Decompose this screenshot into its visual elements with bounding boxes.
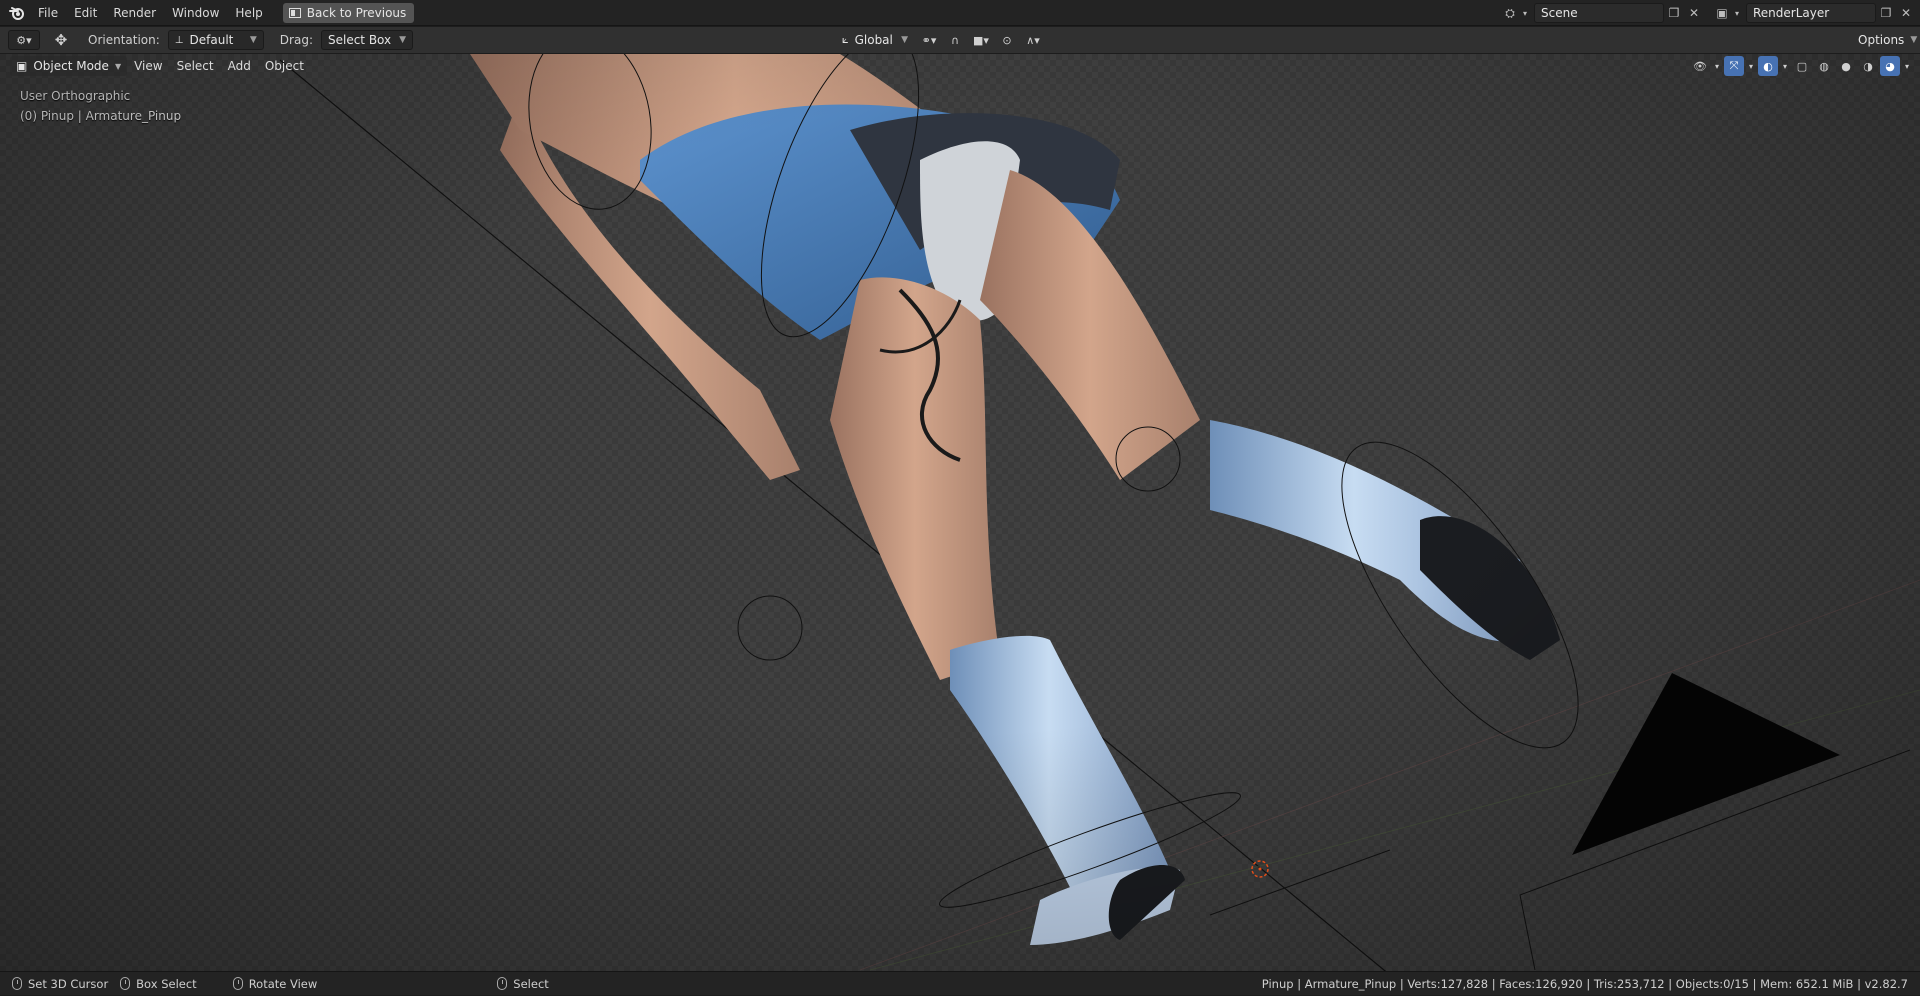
object-mode-icon: ▣ [16, 59, 28, 73]
mouse-right-icon [497, 977, 508, 990]
mouse-middle-icon [232, 977, 243, 990]
menu-render[interactable]: Render [105, 2, 164, 24]
scene-name: Scene [1541, 6, 1578, 20]
gizmo-icon[interactable]: ⤧ [1724, 56, 1744, 76]
top-bar: File Edit Render Window Help Back to Pre… [0, 0, 1920, 26]
chevron-down-icon: ▼ [114, 61, 122, 71]
chevron-down-icon: ▼ [249, 35, 257, 45]
pivot-point-icon[interactable]: ⚭▾ [918, 30, 940, 50]
view-name: User Orthographic [20, 89, 131, 103]
orientation-value: Default [189, 33, 234, 47]
status-set-3d-cursor: Set 3D Cursor [12, 977, 108, 991]
back-to-previous-button[interactable]: Back to Previous [282, 2, 415, 23]
options-dropdown[interactable]: Options ▼ [1852, 30, 1918, 50]
drag-label: Drag: [279, 33, 313, 47]
render-layer-icon[interactable]: ▣ [1712, 3, 1732, 23]
visibility-eye-icon[interactable]: 👁 [1690, 56, 1710, 76]
viewport-header: ▣ Object Mode ▼ View Select Add Object [0, 55, 1920, 77]
orientation-label: Orientation: [88, 33, 160, 47]
scene-render [279, 54, 1920, 971]
transform-orientation-dropdown[interactable]: ⟀ Global ▼ [836, 30, 914, 50]
drag-value: Select Box [327, 33, 392, 47]
3d-viewport[interactable]: User Orthographic (0) Pinup | Armature_P… [0, 54, 1920, 971]
chevron-down-icon: ▼ [1910, 35, 1918, 45]
mouse-left-icon [12, 977, 22, 990]
orientation-dropdown[interactable]: ⊥ Default ▼ [167, 30, 264, 50]
snap-element-icon[interactable]: ■▾ [970, 30, 992, 50]
tool-settings-bar: ⚙▾ ✥ Orientation: ⊥ Default ▼ Drag: Sele… [0, 27, 1920, 54]
close-layer-icon[interactable]: ✕ [1896, 3, 1916, 23]
drag-dropdown[interactable]: Select Box ▼ [320, 30, 413, 50]
new-layer-icon[interactable]: ❐ [1876, 3, 1896, 23]
move-tool-icon[interactable]: ✥ [50, 30, 72, 50]
rendered-shading-icon[interactable]: ◕ [1880, 56, 1900, 76]
menu-add[interactable]: Add [221, 59, 258, 73]
material-shading-icon[interactable]: ◑ [1858, 56, 1878, 76]
status-bar: Set 3D Cursor Box Select Rotate View Sel… [0, 971, 1920, 995]
solid-shading-icon[interactable]: ● [1836, 56, 1856, 76]
editor-type-icon[interactable]: ⚙▾ [8, 30, 40, 50]
chevron-down-icon[interactable]: ▾ [1732, 3, 1742, 23]
status-select: Select [497, 976, 549, 991]
status-box-select-label: Box Select [136, 976, 197, 991]
render-layer-name: RenderLayer [1753, 6, 1830, 20]
snap-icon[interactable]: ∩ [944, 30, 966, 50]
chevron-down-icon[interactable]: ▾ [1902, 56, 1912, 76]
xray-icon[interactable]: ▢ [1792, 56, 1812, 76]
menu-file[interactable]: File [30, 2, 66, 24]
viewport-shading-controls: 👁 ▾ ⤧ ▾ ◐ ▾ ▢ ◍ ● ◑ ◕ ▾ [1690, 56, 1912, 76]
chevron-down-icon[interactable]: ▾ [1520, 3, 1530, 23]
object-mode-dropdown[interactable]: ▣ Object Mode ▼ [10, 56, 128, 76]
object-mode-label: Object Mode [33, 59, 109, 73]
menu-edit[interactable]: Edit [66, 2, 105, 24]
menu-select[interactable]: Select [170, 59, 221, 73]
menu-help[interactable]: Help [227, 2, 270, 24]
close-scene-icon[interactable]: ✕ [1684, 3, 1704, 23]
status-select-label: Select [513, 976, 549, 991]
chevron-down-icon[interactable]: ▾ [1746, 56, 1756, 76]
scene-icon[interactable]: ⛭ [1500, 3, 1520, 23]
proportional-edit-icon[interactable]: ⊙ [996, 30, 1018, 50]
menu-view[interactable]: View [127, 59, 169, 73]
viewport-info: User Orthographic (0) Pinup | Armature_P… [20, 86, 181, 126]
axis-icon: ⊥ [174, 34, 184, 46]
chevron-down-icon[interactable]: ▾ [1712, 56, 1722, 76]
chevron-down-icon: ▼ [399, 35, 406, 45]
blender-logo-icon[interactable] [4, 0, 30, 26]
options-label: Options [1858, 33, 1905, 47]
menu-window[interactable]: Window [164, 2, 227, 24]
scene-field[interactable]: Scene [1534, 3, 1664, 23]
back-to-previous-label: Back to Previous [306, 5, 407, 20]
object-info: (0) Pinup | Armature_Pinup [20, 109, 182, 123]
scene-statistics: Pinup | Armature_Pinup | Verts:127,828 |… [1261, 977, 1908, 991]
wireframe-shading-icon[interactable]: ◍ [1814, 56, 1834, 76]
chevron-down-icon[interactable]: ▾ [1780, 56, 1790, 76]
new-scene-icon[interactable]: ❐ [1664, 3, 1684, 23]
render-layer-field[interactable]: RenderLayer [1746, 3, 1876, 23]
chevron-down-icon: ▼ [901, 35, 908, 45]
screen-icon [288, 7, 301, 18]
mouse-drag-icon [120, 977, 131, 990]
global-axis-icon: ⟀ [842, 33, 849, 46]
status-set-3d-cursor-label: Set 3D Cursor [28, 976, 109, 991]
status-rotate-view-label: Rotate View [248, 976, 318, 991]
overlay-icon[interactable]: ◐ [1758, 56, 1778, 76]
falloff-icon[interactable]: ∧▾ [1022, 30, 1044, 50]
transform-orientation-value: Global [854, 33, 893, 47]
menu-object[interactable]: Object [258, 59, 311, 73]
status-box-select: Box Select [120, 977, 197, 991]
status-rotate-view: Rotate View [232, 976, 318, 991]
